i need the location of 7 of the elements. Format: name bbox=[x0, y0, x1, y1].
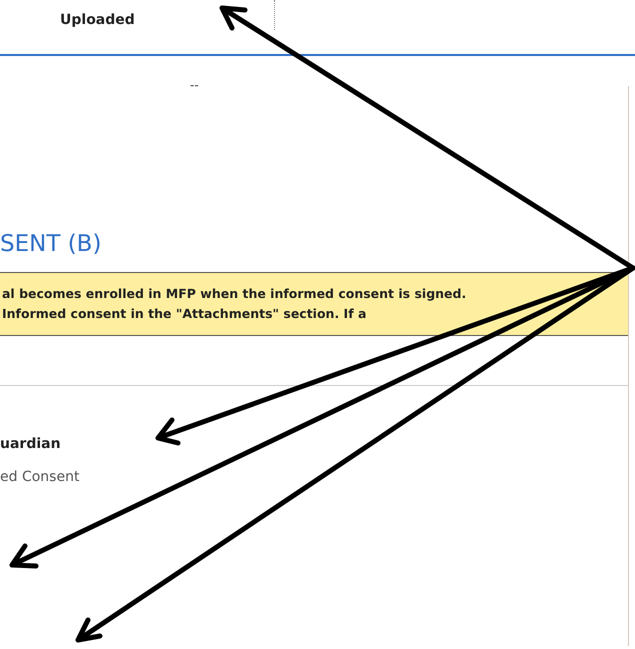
empty-value: -- bbox=[190, 78, 199, 92]
notice-text: Informed consent in the "Attachments" section. If a bbox=[1, 305, 368, 323]
field-value: ed Consent bbox=[0, 468, 80, 487]
column-header: Uploaded bbox=[60, 11, 135, 30]
section-title: SENT (B) bbox=[0, 230, 102, 259]
notice-text: al becomes enrolled in MFP when the informed consent is signed. bbox=[1, 285, 468, 303]
field-label: uardian bbox=[0, 435, 62, 454]
